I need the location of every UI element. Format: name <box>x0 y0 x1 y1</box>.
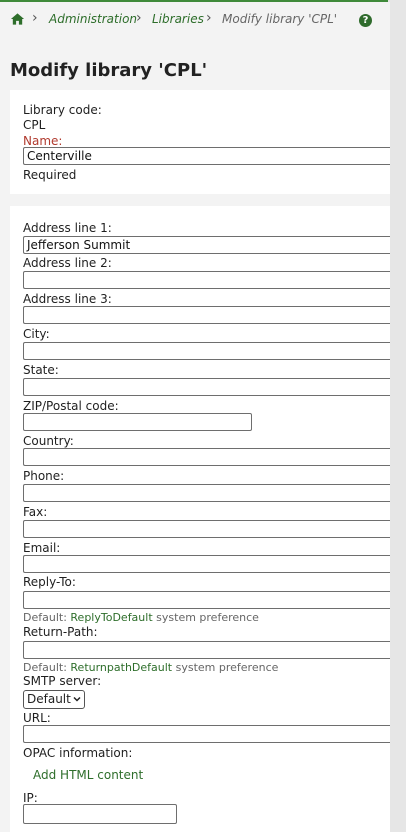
required-text: Required <box>23 168 77 182</box>
reply-to-hint: Default: ReplyToDefault system preferenc… <box>23 611 259 624</box>
state-label: State: <box>23 363 59 377</box>
address-line2-input[interactable] <box>23 271 390 289</box>
chevron-right-icon: › <box>136 10 142 26</box>
address-line3-label: Address line 3: <box>23 292 112 306</box>
country-label: Country: <box>23 434 74 448</box>
email-input[interactable] <box>23 555 390 573</box>
zip-input[interactable] <box>23 413 252 431</box>
return-path-label: Return-Path: <box>23 625 98 639</box>
hint-suffix: system preference <box>175 661 279 674</box>
fax-label: Fax: <box>23 505 48 519</box>
library-code-label: Library code: <box>23 103 102 117</box>
ip-label: IP: <box>23 791 38 805</box>
zip-label: ZIP/Postal code: <box>23 399 119 413</box>
chevron-right-icon: › <box>206 10 212 26</box>
breadcrumb-current: Modify library 'CPL' <box>222 12 338 26</box>
city-input[interactable] <box>23 342 390 360</box>
opac-info-label: OPAC information: <box>23 746 133 760</box>
address-line3-input[interactable] <box>23 306 390 324</box>
name-label: Name: <box>23 134 63 148</box>
library-code-value: CPL <box>23 118 46 132</box>
email-label: Email: <box>23 541 61 555</box>
smtp-server-select[interactable]: Default <box>23 690 85 709</box>
chevron-down-icon <box>73 696 81 702</box>
hint-prefix: Default: <box>23 611 67 624</box>
breadcrumb-libraries[interactable]: Libraries <box>152 11 204 27</box>
reply-to-label: Reply-To: <box>23 575 76 589</box>
address-line1-label: Address line 1: <box>23 221 112 235</box>
hint-prefix: Default: <box>23 661 67 674</box>
url-label: URL: <box>23 711 51 725</box>
smtp-server-label: SMTP server: <box>23 674 102 688</box>
ip-input[interactable] <box>23 804 177 824</box>
reply-to-default-link[interactable]: ReplyToDefault <box>70 611 152 624</box>
state-input[interactable] <box>23 378 390 396</box>
page-title: Modify library 'CPL' <box>10 60 208 81</box>
library-info-panel: Library code: CPL Name: Centerville Requ… <box>10 90 390 194</box>
phone-label: Phone: <box>23 469 65 483</box>
add-html-content-link[interactable]: Add HTML content <box>33 768 143 782</box>
country-input[interactable] <box>23 448 390 466</box>
reply-to-input[interactable] <box>23 591 390 609</box>
url-input[interactable] <box>23 725 390 743</box>
address-line2-label: Address line 2: <box>23 256 112 270</box>
address-panel: Address line 1: Jefferson Summit Address… <box>10 206 390 832</box>
city-label: City: <box>23 327 50 341</box>
page: › Administration › Libraries › Modify li… <box>0 2 390 832</box>
chevron-right-icon: › <box>32 10 38 26</box>
phone-input[interactable] <box>23 484 390 502</box>
return-path-input[interactable] <box>23 641 390 659</box>
return-path-default-link[interactable]: ReturnpathDefault <box>70 661 172 674</box>
hint-suffix: system preference <box>156 611 259 624</box>
breadcrumb: › Administration › Libraries › Modify li… <box>10 11 380 27</box>
breadcrumb-administration[interactable]: Administration <box>49 11 137 27</box>
fax-input[interactable] <box>23 520 390 538</box>
help-icon[interactable]: ? <box>359 14 372 27</box>
scrollbar[interactable] <box>390 0 406 832</box>
name-input[interactable]: Centerville <box>23 147 390 165</box>
address-line1-input[interactable]: Jefferson Summit <box>23 236 390 254</box>
return-path-hint: Default: ReturnpathDefault system prefer… <box>23 661 278 674</box>
home-icon[interactable] <box>10 12 25 26</box>
smtp-server-value: Default <box>27 692 71 706</box>
